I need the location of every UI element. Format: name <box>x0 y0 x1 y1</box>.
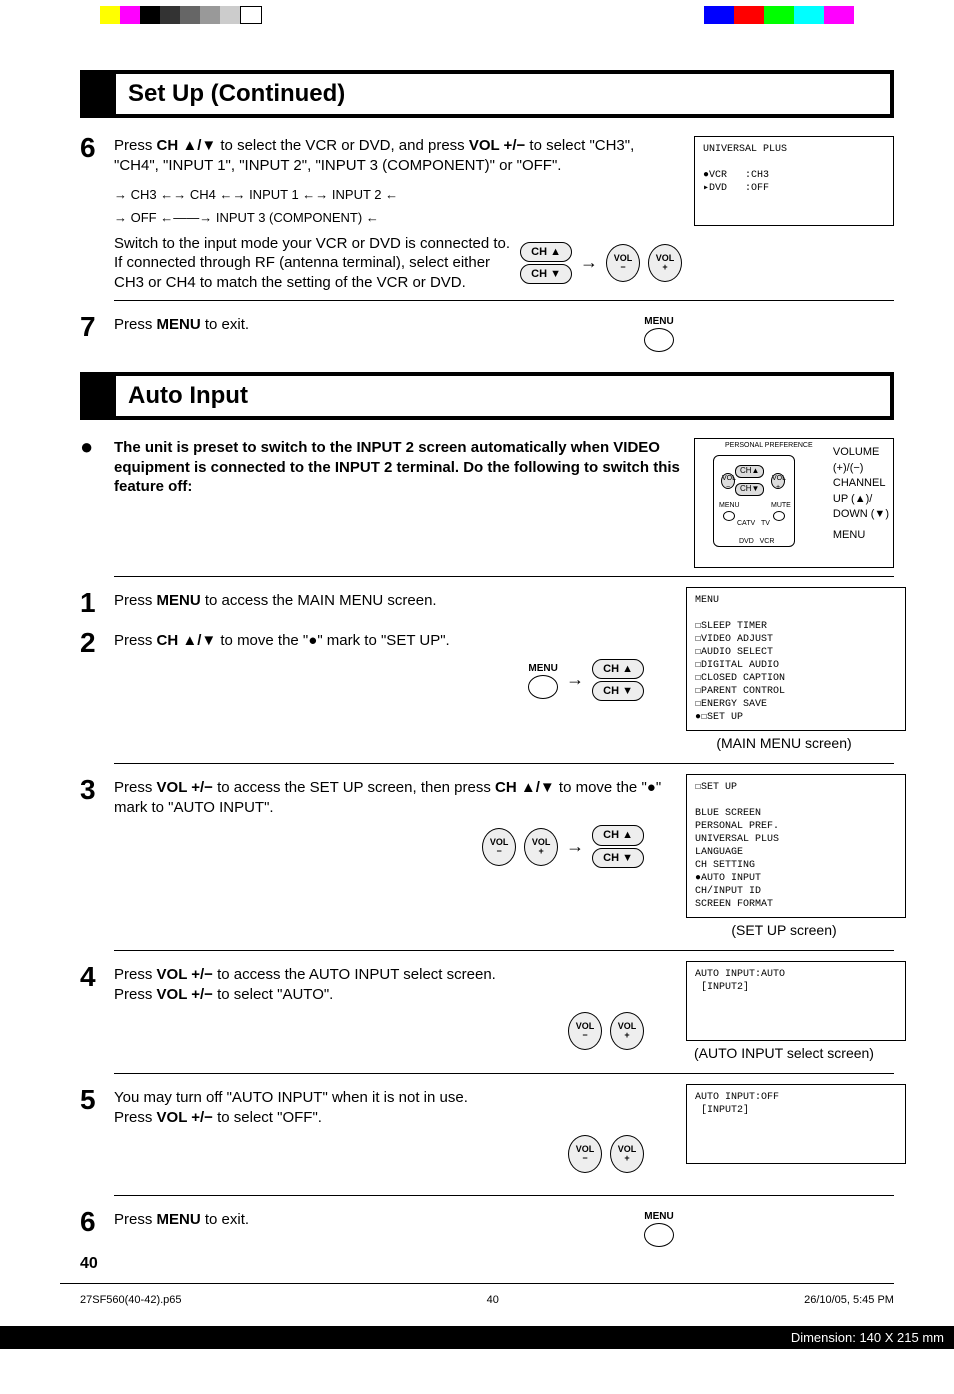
remote-label-volsigns: (+)/(−) <box>833 461 889 476</box>
arrow-icon: → <box>566 835 584 858</box>
menu-button-icon <box>644 1223 674 1247</box>
step2-text2: to move the "●" mark to "SET UP". <box>216 632 450 649</box>
vol-minus-key: VOL − <box>568 1012 602 1050</box>
step6b-bold: MENU <box>157 1211 201 1228</box>
setup-caption: (SET UP screen) <box>674 922 894 938</box>
setup-screen: ☐SET UP BLUE SCREEN PERSONAL PREF. UNIVE… <box>686 774 906 918</box>
step4-line2a: Press <box>114 986 157 1003</box>
step6-text-c: to select the VCR or DVD, and press <box>216 137 469 154</box>
step-number: 6 <box>80 1206 114 1238</box>
menu-label: MENU <box>644 1210 674 1223</box>
ch-down-key: CH ▼ <box>520 264 572 284</box>
section-title-autoinput: Auto Input <box>80 372 894 420</box>
bullet-icon: ● <box>80 434 114 460</box>
step1-bold: MENU <box>157 592 201 609</box>
footer-file: 27SF560(40-42).p65 <box>80 1294 182 1306</box>
vol-plus-key: VOL + <box>610 1135 644 1173</box>
remote-label-down: DOWN (▼) <box>833 507 889 522</box>
step3-text2: to access the SET UP screen, then press <box>213 779 495 796</box>
step1-text2: to access the MAIN MENU screen. <box>201 592 437 609</box>
page-number: 40 <box>80 1255 894 1273</box>
step4-bold: VOL +/− <box>157 966 213 983</box>
menu-button-icon <box>644 328 674 352</box>
section-title-setup: Set Up (Continued) <box>80 70 894 118</box>
step3-text: Press <box>114 779 157 796</box>
step7-text2: to exit. <box>201 316 249 333</box>
vol-minus-key: VOL − <box>482 828 516 866</box>
ch-down-key: CH ▼ <box>592 681 644 701</box>
menu-button-icon <box>528 675 558 699</box>
step-number: 3 <box>80 774 114 806</box>
ch-up-key: CH ▲ <box>592 825 644 845</box>
vol-minus-key: VOL − <box>606 244 640 282</box>
footer-date: 26/10/05, 5:45 PM <box>804 1294 894 1306</box>
vol-plus-key: VOL + <box>610 1012 644 1050</box>
step7-text: Press <box>114 316 157 333</box>
ch-up-key: CH ▲ <box>592 659 644 679</box>
step6-text2: Switch to the input mode your VCR or DVD… <box>114 234 510 293</box>
step6b-text: Press <box>114 1211 157 1228</box>
chain-line2: → OFF ←——→ INPUT 3 (COMPONENT) ← <box>114 206 682 229</box>
ch-up-key: CH ▲ <box>520 242 572 262</box>
auto-input-caption: (AUTO INPUT select screen) <box>674 1045 894 1061</box>
step6-text-a: Press <box>114 137 157 154</box>
step6-text-d: VOL +/− <box>469 137 525 154</box>
step5-line2b: VOL +/− <box>157 1109 213 1126</box>
step-number: 5 <box>80 1084 114 1116</box>
remote-diagram: PERSONAL PREFERENCE CH▲ CH▼ VOL− VOL+ ME… <box>694 438 894 568</box>
step3-bold: VOL +/− <box>157 779 213 796</box>
remote-label-menu: MENU <box>833 528 889 543</box>
step-number: 4 <box>80 961 114 993</box>
main-menu-caption: (MAIN MENU screen) <box>674 735 894 751</box>
step1-text: Press <box>114 592 157 609</box>
step-number: 2 <box>80 627 114 659</box>
auto-input-auto-screen: AUTO INPUT:AUTO [INPUT2] <box>686 961 906 1041</box>
chain-line1: → CH3 ←→ CH4 ←→ INPUT 1 ←→ INPUT 2 ← <box>114 183 682 206</box>
step3-bold2: CH ▲/▼ <box>495 779 555 796</box>
vol-minus-key: VOL − <box>568 1135 602 1173</box>
menu-label: MENU <box>644 315 674 328</box>
step6b-text2: to exit. <box>201 1211 249 1228</box>
auto-input-off-screen: AUTO INPUT:OFF [INPUT2] <box>686 1084 906 1164</box>
step4-text: Press <box>114 966 157 983</box>
footer-filepage: 40 <box>487 1294 499 1306</box>
vol-plus-key: VOL + <box>648 244 682 282</box>
step5-line2a: Press <box>114 1109 157 1126</box>
step-number: 1 <box>80 587 114 619</box>
step4-line2b: VOL +/− <box>157 986 213 1003</box>
remote-label-volume: VOLUME <box>833 445 889 460</box>
step2-bold: CH ▲/▼ <box>157 632 217 649</box>
step4-text2: to access the AUTO INPUT select screen. <box>213 966 496 983</box>
step-number: 7 <box>80 311 114 343</box>
ch-down-key: CH ▼ <box>592 848 644 868</box>
bullet-text: The unit is preset to switch to the INPU… <box>114 439 680 495</box>
remote-label-up: UP (▲)/ <box>833 492 889 507</box>
step6-text-b: CH ▲/▼ <box>157 137 217 154</box>
remote-label-channel: CHANNEL <box>833 476 889 491</box>
dimension-box: Dimension: 140 X 215 mm <box>0 1326 954 1349</box>
step-number: 6 <box>80 132 114 164</box>
main-menu-screen: MENU ☐SLEEP TIMER ☐VIDEO ADJUST ☐AUDIO S… <box>686 587 906 731</box>
step7-bold: MENU <box>157 316 201 333</box>
step5-text: You may turn off "AUTO INPUT" when it is… <box>114 1089 468 1106</box>
arrow-icon: → <box>566 668 584 691</box>
arrow-icon: → <box>580 251 598 274</box>
step5-line2c: to select "OFF". <box>213 1109 322 1126</box>
universal-plus-screen: UNIVERSAL PLUS ●VCR :CH3 ▸DVD :OFF <box>694 136 894 226</box>
menu-label: MENU <box>528 662 558 675</box>
step2-text: Press <box>114 632 157 649</box>
vol-plus-key: VOL + <box>524 828 558 866</box>
step4-line2c: to select "AUTO". <box>213 986 333 1003</box>
